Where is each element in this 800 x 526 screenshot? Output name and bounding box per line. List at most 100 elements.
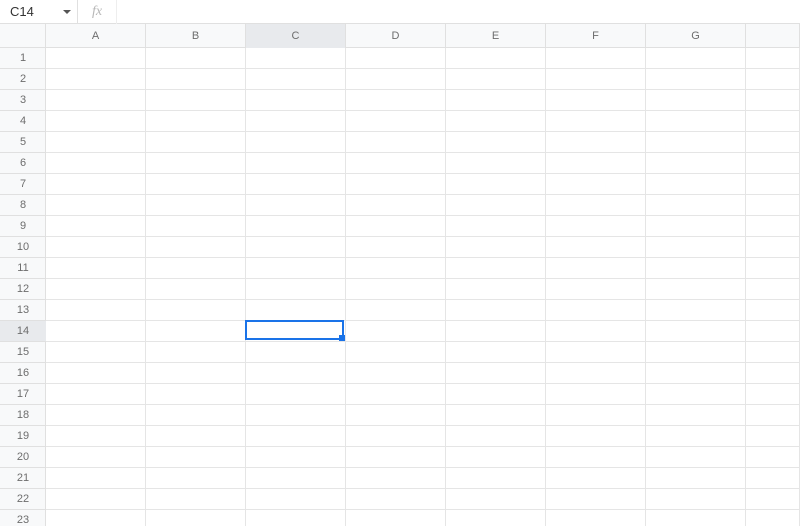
cell[interactable] [546,195,646,216]
formula-input[interactable] [117,0,800,23]
cell[interactable] [546,447,646,468]
cell[interactable] [346,363,446,384]
cell[interactable] [446,447,546,468]
cell[interactable] [646,405,746,426]
cell[interactable] [346,510,446,526]
cell[interactable] [146,111,246,132]
cell[interactable] [546,48,646,69]
row-header[interactable]: 17 [0,384,46,405]
cell[interactable] [746,258,800,279]
row-header[interactable]: 15 [0,342,46,363]
cell[interactable] [646,489,746,510]
cell[interactable] [446,384,546,405]
cell[interactable] [446,510,546,526]
column-header[interactable] [746,24,800,48]
row-header[interactable]: 3 [0,90,46,111]
cell[interactable] [146,216,246,237]
cell[interactable] [246,48,346,69]
cell[interactable] [646,300,746,321]
cell[interactable] [546,300,646,321]
cell[interactable] [46,384,146,405]
cell[interactable] [446,195,546,216]
cell[interactable] [246,489,346,510]
cell[interactable] [146,153,246,174]
cell[interactable] [746,363,800,384]
cell[interactable] [646,153,746,174]
cell[interactable] [546,468,646,489]
cell[interactable] [746,279,800,300]
cell[interactable] [346,48,446,69]
cell[interactable] [46,426,146,447]
cell[interactable] [146,90,246,111]
cell[interactable] [246,195,346,216]
row-header[interactable]: 4 [0,111,46,132]
cell[interactable] [646,237,746,258]
cell[interactable] [346,489,446,510]
cell[interactable] [146,300,246,321]
cell[interactable] [546,342,646,363]
cell[interactable] [246,279,346,300]
cell[interactable] [46,153,146,174]
cell[interactable] [346,300,446,321]
row-header[interactable]: 14 [0,321,46,342]
cell[interactable] [146,321,246,342]
row-header[interactable]: 10 [0,237,46,258]
cell[interactable] [646,216,746,237]
column-header[interactable]: D [346,24,446,48]
cell[interactable] [146,468,246,489]
cell[interactable] [346,195,446,216]
cell[interactable] [446,258,546,279]
row-header[interactable]: 2 [0,69,46,90]
cell[interactable] [746,174,800,195]
row-header[interactable]: 12 [0,279,46,300]
cell[interactable] [146,195,246,216]
cell[interactable] [546,90,646,111]
cell[interactable] [546,405,646,426]
cell[interactable] [746,447,800,468]
cell[interactable] [246,174,346,195]
cell[interactable] [146,489,246,510]
cell[interactable] [246,342,346,363]
cell[interactable] [546,216,646,237]
cell[interactable] [646,321,746,342]
cell[interactable] [746,300,800,321]
row-header[interactable]: 1 [0,48,46,69]
cell[interactable] [546,321,646,342]
select-all-corner[interactable] [0,24,46,48]
cell[interactable] [746,216,800,237]
cell[interactable] [546,132,646,153]
cell[interactable] [746,342,800,363]
cell[interactable] [346,174,446,195]
cell[interactable] [546,363,646,384]
row-header[interactable]: 5 [0,132,46,153]
cell[interactable] [146,384,246,405]
cell[interactable] [246,300,346,321]
cell[interactable] [246,321,346,342]
cell[interactable] [246,510,346,526]
cell[interactable] [546,279,646,300]
cell[interactable] [346,405,446,426]
cell[interactable] [746,489,800,510]
cell[interactable] [446,426,546,447]
cell[interactable] [346,468,446,489]
cell[interactable] [46,258,146,279]
cell[interactable] [346,321,446,342]
cell[interactable] [146,258,246,279]
cell[interactable] [246,426,346,447]
cell[interactable] [146,405,246,426]
cell[interactable] [546,69,646,90]
cell[interactable] [446,279,546,300]
row-header[interactable]: 8 [0,195,46,216]
cell[interactable] [646,363,746,384]
cell[interactable] [746,153,800,174]
cell[interactable] [246,90,346,111]
cell[interactable] [46,363,146,384]
cell[interactable] [746,111,800,132]
cell[interactable] [246,384,346,405]
column-header[interactable]: G [646,24,746,48]
cell[interactable] [246,405,346,426]
cell[interactable] [646,468,746,489]
cell[interactable] [346,237,446,258]
cell[interactable] [746,384,800,405]
cell[interactable] [546,174,646,195]
